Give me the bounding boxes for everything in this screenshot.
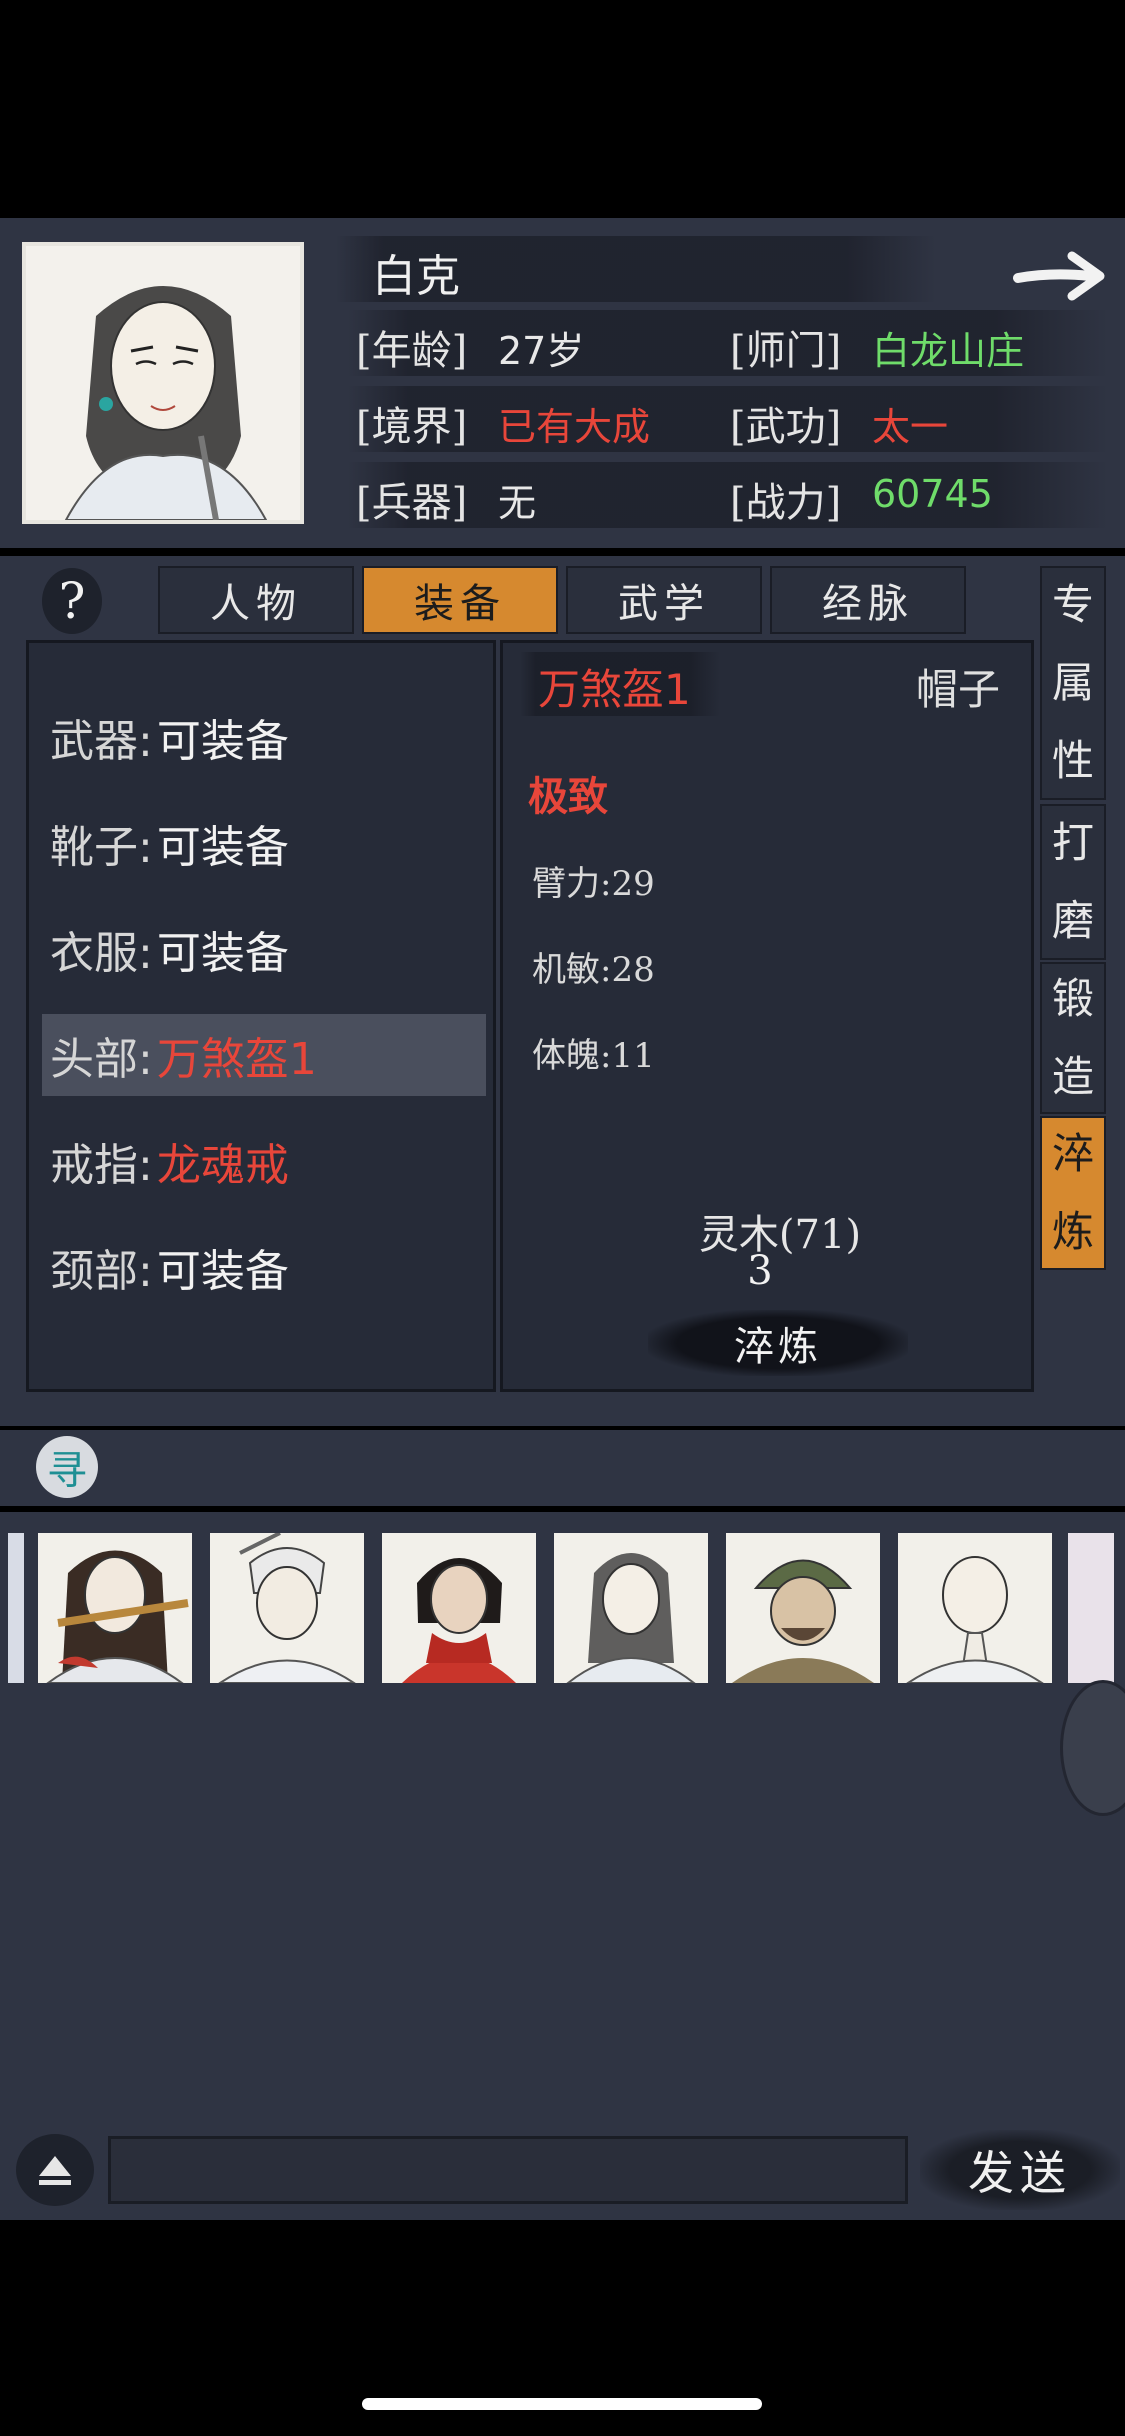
school-label: [师门] (730, 328, 842, 374)
character-name: 白克 (372, 251, 460, 302)
home-indicator (362, 2398, 762, 2410)
slot-key: 武器: (50, 716, 153, 767)
roster-card-partial[interactable] (8, 1533, 24, 1683)
help-icon[interactable]: ? (42, 568, 102, 634)
power-value: 60745 (872, 472, 993, 516)
slot-key: 衣服: (50, 928, 153, 979)
realm-label: [境界] (356, 404, 468, 450)
tab-martial-arts[interactable]: 武学 (566, 566, 762, 634)
slot-clothes[interactable]: 衣服: 可装备 (50, 908, 480, 990)
slot-value: 可装备 (156, 928, 289, 979)
item-stat: 体魄:11 (532, 1036, 655, 1076)
roster-card[interactable] (726, 1533, 880, 1683)
slot-boots[interactable]: 靴子: 可装备 (50, 802, 480, 884)
slot-weapon[interactable]: 武器: 可装备 (50, 696, 480, 778)
slot-value: 可装备 (156, 822, 289, 873)
side-tab-polish[interactable]: 打 磨 (1040, 804, 1106, 960)
slot-value: 可装备 (156, 1246, 289, 1297)
school-value: 白龙山庄 (872, 329, 1025, 373)
weapon-label: [兵器] (356, 480, 468, 526)
item-stat: 机敏:28 (532, 950, 655, 990)
search-row (0, 1430, 1125, 1506)
slot-key: 颈部: (50, 1246, 153, 1297)
item-stat: 臂力:29 (532, 864, 655, 904)
roster-card[interactable] (382, 1533, 536, 1683)
eject-icon[interactable] (16, 2134, 94, 2206)
side-tab-char: 性 (1051, 736, 1094, 785)
roster-card[interactable] (554, 1533, 708, 1684)
slot-ring[interactable]: 戒指: 龙魂戒 (50, 1120, 480, 1202)
item-name: 万煞盔1 (538, 665, 691, 714)
side-tab-char: 磨 (1051, 896, 1094, 945)
slot-value: 龙魂戒 (156, 1140, 289, 1191)
side-tab-char: 属 (1051, 658, 1094, 707)
send-button[interactable]: 发送 (920, 2130, 1120, 2210)
slot-key: 戒指: (50, 1140, 153, 1191)
side-tab-temper[interactable]: 淬 炼 (1040, 1116, 1106, 1270)
slot-key: 头部: (50, 1034, 153, 1085)
refine-count: 3 (747, 1248, 773, 1294)
side-tab-forge[interactable]: 锻 造 (1040, 962, 1106, 1114)
side-tab-char: 淬 (1051, 1129, 1094, 1178)
search-icon[interactable]: 寻 (36, 1436, 98, 1498)
weapon-value: 无 (498, 481, 537, 525)
side-tab-char: 造 (1051, 1052, 1094, 1101)
side-tab-char: 打 (1051, 818, 1094, 867)
side-tab-char: 炼 (1051, 1207, 1094, 1256)
character-portrait (22, 242, 304, 524)
chat-input[interactable] (108, 2136, 908, 2204)
slot-key: 靴子: (50, 822, 153, 873)
slot-value: 可装备 (156, 716, 289, 767)
side-tab-char: 专 (1051, 580, 1094, 629)
tab-meridians[interactable]: 经脉 (770, 566, 966, 634)
item-grade: 极致 (528, 773, 608, 820)
arrow-right-icon[interactable] (1012, 246, 1112, 306)
roster-card-partial[interactable] (1068, 1533, 1114, 1683)
roster-card[interactable] (38, 1533, 192, 1684)
tab-equipment[interactable]: 装备 (362, 566, 558, 634)
tab-character[interactable]: 人物 (158, 566, 354, 634)
item-type: 帽子 (916, 665, 1001, 714)
realm-value: 已有大成 (498, 405, 651, 449)
roster-card[interactable] (210, 1531, 364, 1684)
slot-head[interactable]: 头部: 万煞盔1 (42, 1014, 486, 1096)
skill-value: 太一 (872, 405, 949, 449)
refine-button[interactable]: 淬炼 (648, 1310, 908, 1376)
side-tab-char: 锻 (1051, 974, 1094, 1023)
slot-value: 万煞盔1 (156, 1034, 317, 1085)
side-tab-exclusive-attributes[interactable]: 专 属 性 (1040, 566, 1106, 800)
roster-card[interactable] (898, 1533, 1052, 1684)
power-label: [战力] (730, 480, 842, 526)
skill-label: [武功] (730, 404, 842, 450)
age-value: 27岁 (498, 329, 585, 373)
slot-neck[interactable]: 颈部: 可装备 (50, 1226, 480, 1308)
age-label: [年龄] (356, 328, 468, 374)
